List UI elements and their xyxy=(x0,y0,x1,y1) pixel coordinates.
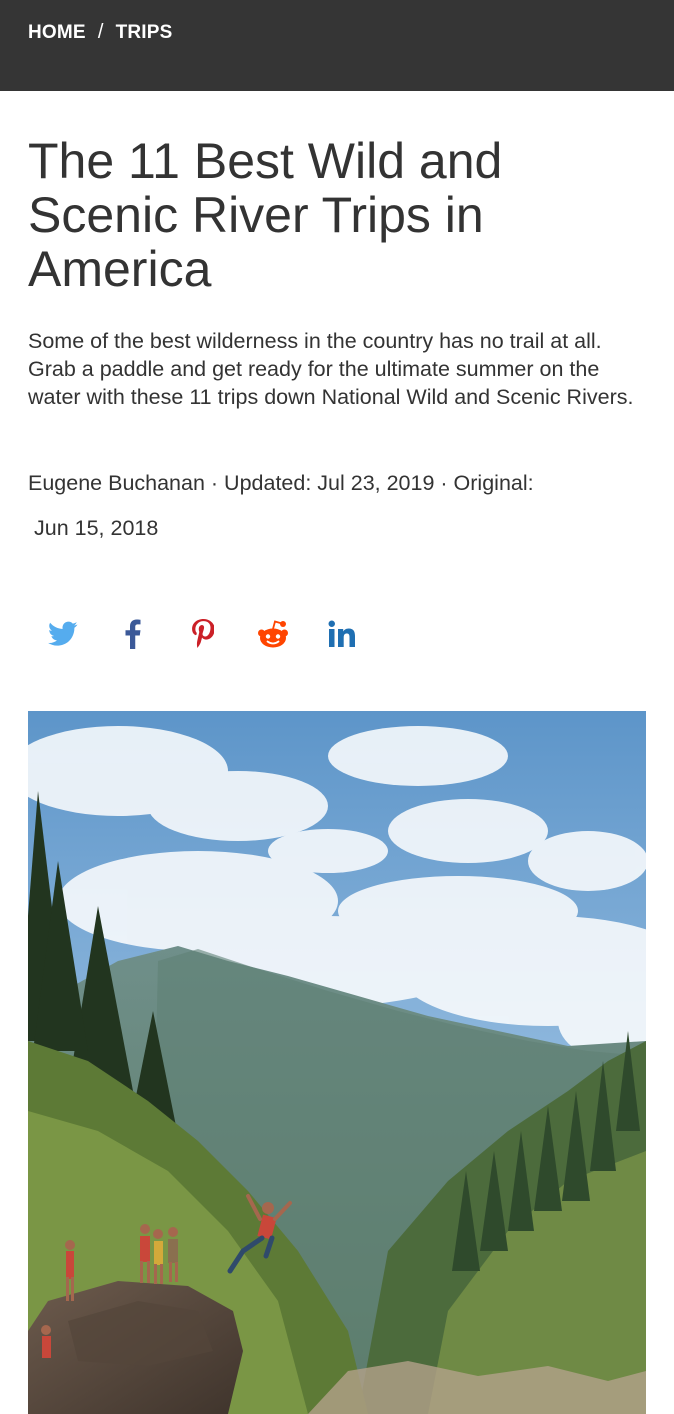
article-byline: Eugene Buchanan · Updated: Jul 23, 2019 … xyxy=(28,469,646,542)
share-facebook-button[interactable] xyxy=(98,612,168,656)
original-date: Jun 15, 2018 xyxy=(34,516,159,540)
byline-separator: · xyxy=(204,471,225,495)
pinterest-icon xyxy=(192,619,214,648)
updated-label: Updated: xyxy=(224,471,318,495)
share-reddit-button[interactable] xyxy=(238,612,308,656)
twitter-icon xyxy=(48,621,78,646)
breadcrumb: HOME / TRIPS xyxy=(28,21,173,44)
breadcrumb-separator: / xyxy=(97,21,104,43)
hero-image xyxy=(28,711,646,1414)
breadcrumb-home-link[interactable]: HOME xyxy=(28,22,86,44)
article-title: The 11 Best Wild and Scenic River Trips … xyxy=(28,133,503,297)
byline-separator: · xyxy=(434,471,454,495)
share-bar xyxy=(28,612,378,656)
share-linkedin-button[interactable] xyxy=(308,612,378,656)
author-link[interactable]: Eugene Buchanan xyxy=(28,471,205,495)
breadcrumb-trips-link[interactable]: TRIPS xyxy=(116,22,173,44)
top-navigation-bar: HOME / TRIPS xyxy=(0,0,674,91)
article-dek: Some of the best wilderness in the count… xyxy=(28,329,634,409)
river-canyon-photo xyxy=(28,711,646,1414)
updated-date: Jul 23, 2019 xyxy=(317,471,435,495)
linkedin-icon xyxy=(328,620,355,647)
facebook-icon xyxy=(125,619,141,649)
reddit-icon xyxy=(258,620,288,648)
share-twitter-button[interactable] xyxy=(28,612,98,656)
share-pinterest-button[interactable] xyxy=(168,612,238,656)
byline-line: Eugene Buchanan · Updated: Jul 23, 2019 … xyxy=(28,469,646,497)
original-label: Original: xyxy=(453,471,534,495)
